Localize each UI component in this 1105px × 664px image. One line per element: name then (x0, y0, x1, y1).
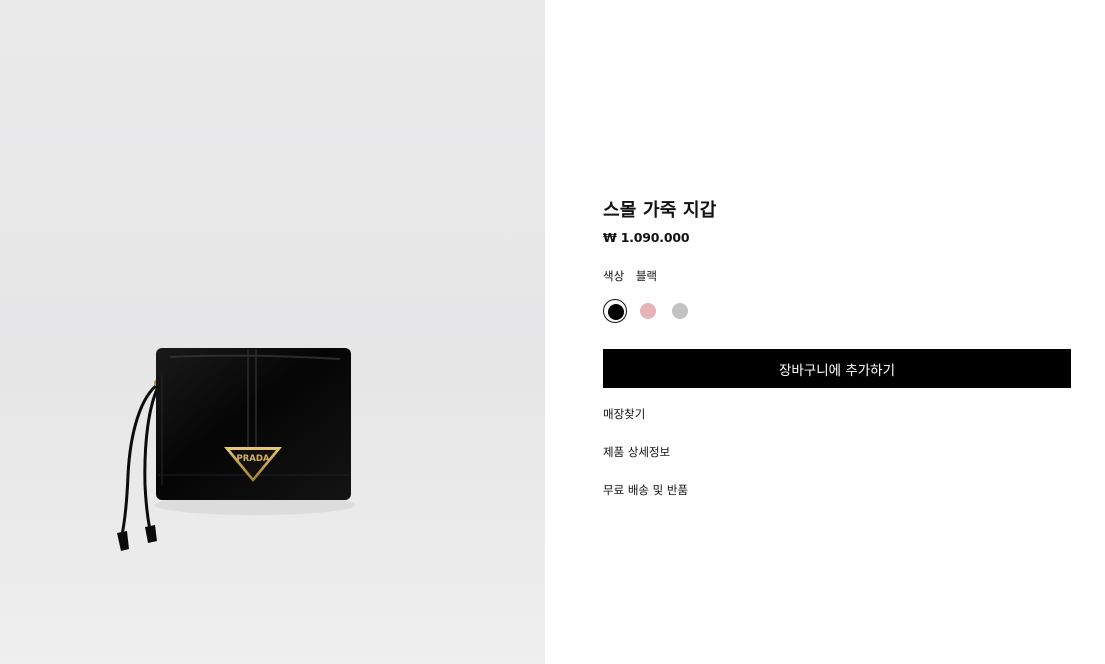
product-details-link[interactable]: 제품 상세정보 (603, 444, 670, 460)
product-image: PRADA (117, 348, 355, 551)
color-swatch-pink[interactable] (636, 299, 660, 323)
free-shipping-returns-link[interactable]: 무료 배송 및 반품 (603, 482, 688, 498)
product-price: ₩ 1.090.000 (603, 230, 690, 245)
product-details-panel: 스몰 가죽 지갑 ₩ 1.090.000 색상 블랙 장바구니에 추가하기 매장… (603, 0, 1071, 664)
color-label: 색상 (603, 269, 625, 283)
color-swatch-silver[interactable] (668, 299, 692, 323)
product-page: PRADA 스몰 가죽 지갑 ₩ 1.090.000 색상 블랙 장바구니에 추… (0, 0, 1105, 664)
logo-text: PRADA (237, 454, 270, 464)
color-swatch-black[interactable] (603, 299, 627, 323)
color-swatches (603, 299, 723, 323)
product-gallery[interactable]: PRADA (0, 0, 545, 664)
color-dot (640, 303, 656, 319)
add-to-cart-button[interactable]: 장바구니에 추가하기 (603, 349, 1071, 388)
color-dot (672, 303, 688, 319)
find-store-link[interactable]: 매장찾기 (603, 406, 645, 422)
product-title: 스몰 가죽 지갑 (603, 200, 717, 221)
color-selection-label: 색상 블랙 (603, 268, 657, 284)
color-dot (608, 304, 624, 320)
selected-color-name: 블랙 (635, 269, 657, 283)
